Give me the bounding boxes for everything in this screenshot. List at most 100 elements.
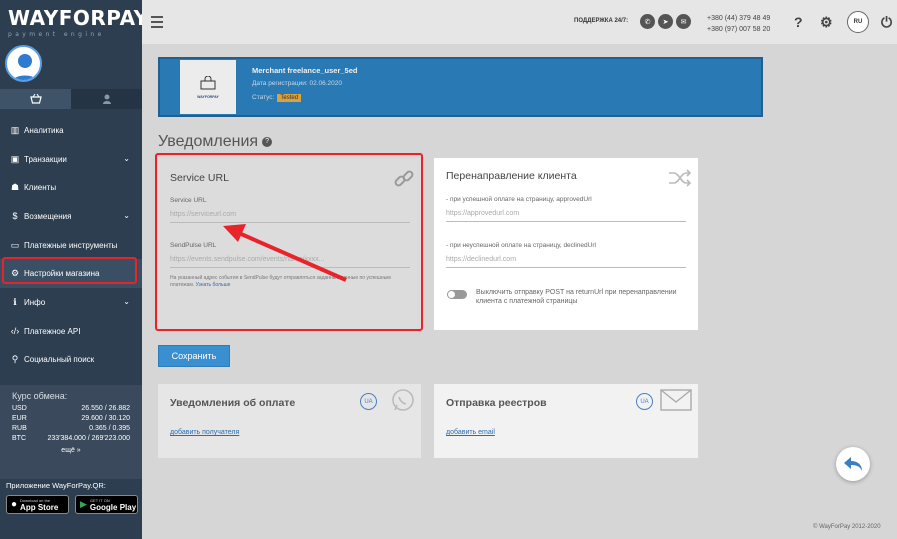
support-phones: +380 (44) 379 48 49 +380 (97) 007 58 20 xyxy=(707,13,770,35)
google-big-text: Google Play xyxy=(89,502,137,512)
ua-badge[interactable]: UA xyxy=(636,393,653,410)
ua-badge[interactable]: UA xyxy=(360,393,377,410)
table-row: RUB 0.365 / 0.395 xyxy=(12,424,130,434)
info-icon: ℹ xyxy=(13,296,17,307)
person-icon xyxy=(102,94,111,104)
redirect-card-title: Перенаправление клиента xyxy=(446,170,577,182)
messenger-icon[interactable]: ✉ xyxy=(676,14,691,29)
chevron-down-icon: ⌄ xyxy=(123,297,130,307)
user-icon xyxy=(12,54,38,80)
page-title: Уведомления? xyxy=(158,133,273,151)
approved-url-input[interactable]: https://approvedurl.com xyxy=(446,208,686,222)
shopping-bag-icon xyxy=(200,75,216,89)
merchant-registration-date: Дата регистрации: 02.06.2020 xyxy=(252,80,343,87)
rate-value: 26.550 / 26.882 xyxy=(81,405,130,412)
merchant-banner: WAYFORPAY Merchant freelance_user_5ed Да… xyxy=(158,57,763,117)
rate-currency: EUR xyxy=(12,415,27,422)
tab-store[interactable] xyxy=(0,89,71,109)
sidebar-item-info[interactable]: ℹ Инфо ⌄ xyxy=(0,288,142,317)
registry-card: Отправка реестров UA добавить email xyxy=(434,384,698,458)
logout-icon[interactable]: ⏻ xyxy=(881,14,892,31)
sidebar-item-label: Платежное API xyxy=(24,326,81,336)
status-badge: Tested xyxy=(277,94,302,102)
chevron-down-icon: » xyxy=(76,447,81,454)
wayforpay-logo[interactable]: WAYFORPAY payment engine xyxy=(0,0,149,44)
avatar[interactable] xyxy=(5,45,42,82)
table-row: USD 26.550 / 26.882 xyxy=(12,404,130,414)
sidebar-item-refunds[interactable]: $ Возмещения ⌄ xyxy=(0,202,142,231)
viber-icon[interactable]: ✆ xyxy=(640,14,655,29)
table-row: EUR 29.600 / 30.120 xyxy=(12,414,130,424)
app-promo-title: Приложение WayForPay.QR: xyxy=(6,481,106,490)
help-circle-icon[interactable]: ? xyxy=(262,136,273,147)
apple-icon: ● xyxy=(11,499,18,510)
card-icon: ▭ xyxy=(10,239,20,250)
rate-currency: BTC xyxy=(12,435,26,442)
disable-post-toggle[interactable] xyxy=(447,290,467,299)
sidebar-item-analytics[interactable]: ▥ Аналитика xyxy=(0,116,142,145)
copyright: © WayForPay 2012-2020 xyxy=(813,524,881,530)
chevron-down-icon: ⌄ xyxy=(123,211,130,221)
back-button[interactable] xyxy=(836,447,870,481)
sidebar-item-social-search[interactable]: ⚲ Социальный поиск xyxy=(0,346,142,375)
whatsapp-icon[interactable] xyxy=(391,388,415,412)
approved-url-label: - при успешной оплате на страницу, appro… xyxy=(446,196,592,203)
sidebar-item-payment-api[interactable]: ‹/› Платежное API xyxy=(0,317,142,346)
add-recipient-link[interactable]: добавить получателя xyxy=(170,429,239,436)
red-arrow-icon xyxy=(223,224,347,282)
logo-brand: WAYFORPAY xyxy=(8,6,149,30)
payment-notifications-card: Уведомления об оплате UA добавить получа… xyxy=(158,384,421,458)
merchant-logo[interactable]: WAYFORPAY xyxy=(180,60,236,114)
rates-more-link[interactable]: ещё » xyxy=(12,447,130,454)
merchant-name: Merchant freelance_user_5ed xyxy=(252,66,358,75)
sidebar-item-label: Платежные инструменты xyxy=(24,240,118,250)
chevron-down-icon: ⌄ xyxy=(123,153,130,163)
back-arrow-icon xyxy=(844,457,862,471)
phone-2[interactable]: +380 (97) 007 58 20 xyxy=(707,24,770,35)
sidebar-item-label: Транзакции xyxy=(24,154,67,164)
users-icon: ☗ xyxy=(10,182,20,193)
table-row: BTC 233'384.000 / 269'223.000 xyxy=(12,434,130,444)
sidebar-item-label: Возмещения xyxy=(24,211,72,221)
rate-value: 0.365 / 0.395 xyxy=(89,425,130,432)
bar-chart-icon: ▥ xyxy=(10,124,20,135)
wallet-icon: ▣ xyxy=(10,153,20,164)
sidebar-item-label: Инфо xyxy=(24,297,46,307)
phone-1[interactable]: +380 (44) 379 48 49 xyxy=(707,13,770,24)
save-button[interactable]: Сохранить xyxy=(158,345,230,367)
exchange-rates: Курс обмена: USD 26.550 / 26.882 EUR 29.60… xyxy=(0,385,142,479)
highlight-store-settings xyxy=(2,257,137,284)
help-icon[interactable]: ? xyxy=(794,14,803,30)
code-icon: ‹/› xyxy=(10,326,20,337)
dollar-icon: $ xyxy=(12,211,18,222)
page-title-text: Уведомления xyxy=(158,133,259,150)
rate-currency: RUB xyxy=(12,425,27,432)
app-promo: Приложение WayForPay.QR: ● Download on t… xyxy=(6,481,142,514)
telegram-icon[interactable]: ➤ xyxy=(658,14,673,29)
rate-value: 233'384.000 / 269'223.000 xyxy=(47,435,130,442)
settings-gear-icon[interactable]: ⚙ xyxy=(820,14,833,31)
declined-url-label: - при неуспешной оплате на страницу, dec… xyxy=(446,242,596,249)
rates-title: Курс обмена: xyxy=(12,391,68,401)
tab-profile[interactable] xyxy=(71,89,142,109)
sidebar-item-label: Клиенты xyxy=(24,183,57,193)
declined-url-input[interactable]: https://declinedurl.com xyxy=(446,254,686,268)
merchant-status: Статус: Tested xyxy=(252,94,302,102)
logo-tagline: payment engine xyxy=(8,31,105,38)
search-icon: ⚲ xyxy=(11,354,19,365)
sidebar-menu: ▥ Аналитика ▣ Транзакции ⌄ ☗ Клиенты $ Возмещ… xyxy=(0,116,142,374)
menu-toggle-icon[interactable] xyxy=(151,16,163,31)
language-selector[interactable]: RU xyxy=(847,11,869,33)
google-play-button[interactable]: ▶ GET IT ON Google Play xyxy=(75,495,138,514)
envelope-icon[interactable] xyxy=(660,389,692,411)
appstore-button[interactable]: ● Download on the App Store xyxy=(6,495,69,514)
sidebar-item-label: Социальный поиск xyxy=(24,355,95,365)
google-play-icon: ▶ xyxy=(80,499,87,509)
merchant-logo-text: WAYFORPAY xyxy=(197,94,219,99)
basket-icon xyxy=(29,94,42,104)
sidebar-item-transactions[interactable]: ▣ Транзакции ⌄ xyxy=(0,145,142,174)
payment-notify-title: Уведомления об оплате xyxy=(170,397,296,409)
add-email-link[interactable]: добавить email xyxy=(446,429,495,436)
sidebar-item-payment-instruments[interactable]: ▭ Платежные инструменты xyxy=(0,231,142,260)
sidebar-item-clients[interactable]: ☗ Клиенты xyxy=(0,173,142,202)
